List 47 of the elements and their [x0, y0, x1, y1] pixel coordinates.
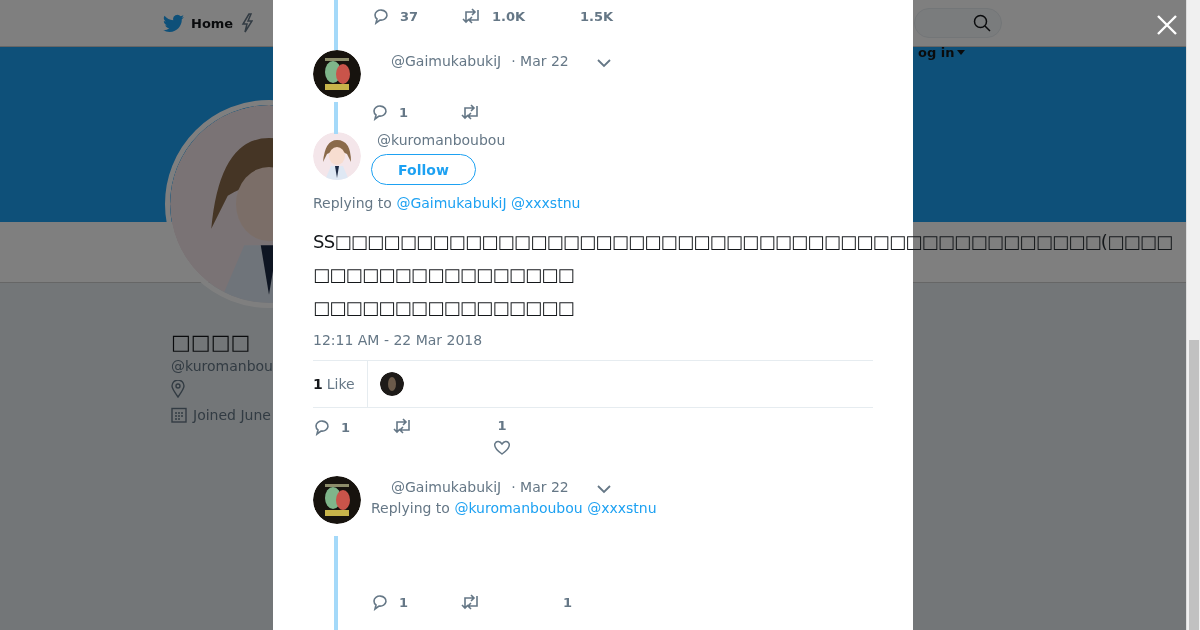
user-link[interactable]: @xxxstnu [511, 195, 581, 211]
count: 1 [341, 419, 351, 435]
search-field[interactable] [914, 8, 1002, 38]
count: 1 [399, 104, 409, 120]
user-handle[interactable]: @GaimukabukiJ [391, 479, 502, 495]
chevron-icon[interactable] [596, 484, 611, 494]
retweet-icon[interactable] [461, 104, 481, 120]
calendar-icon [171, 407, 187, 423]
count: 1.0K [492, 8, 526, 24]
retweet-icon[interactable] [462, 8, 482, 24]
search-icon[interactable] [973, 14, 991, 32]
joined-date: Joined June [193, 407, 271, 423]
tweet-date: · Mar 22 [511, 479, 569, 495]
tweet-date: · Mar 22 [511, 53, 569, 69]
user-handle[interactable]: @kuromanboubou [377, 132, 506, 148]
caret-icon[interactable] [957, 49, 966, 56]
retweet-icon[interactable] [461, 594, 481, 610]
user-link[interactable]: @GaimukabukiJ [396, 195, 507, 211]
tweet-text: SS□□□□□□□□□□□□□□□□□□□□□□□□□□□□□□□□□□□□□□□□□□□□□□□(□□□□ □□□□□□□□□□□□□□□□ □□□□□□□□□□□□□□□□ [313, 230, 1173, 320]
count: 1.5K [580, 8, 614, 24]
login-link[interactable]: og in [918, 45, 955, 60]
retweet-icon[interactable] [393, 418, 413, 434]
profile-name: □□□□ [171, 330, 252, 354]
tweet-timestamp: 12:11 AM - 22 Mar 2018 [313, 332, 484, 348]
count: 1 [563, 594, 573, 610]
user-link[interactable]: @kuromanboubou [454, 500, 583, 516]
chevron-icon[interactable] [596, 58, 611, 68]
count: 1 [399, 594, 409, 610]
close-icon[interactable] [1156, 14, 1178, 36]
profile-handle: @kuromanbou [171, 358, 273, 374]
follow-button[interactable]: Follow [371, 154, 476, 185]
heart-icon[interactable] [493, 439, 511, 456]
replying-label: Replying to [371, 500, 451, 516]
user-link[interactable]: @xxxstnu [587, 500, 657, 516]
like-count[interactable]: 1 Like [313, 361, 368, 407]
reply-icon[interactable] [313, 418, 331, 436]
location-pin-icon [171, 380, 185, 398]
bird-icon [163, 14, 185, 32]
reply-icon[interactable] [371, 103, 389, 121]
user-handle[interactable]: @GaimukabukiJ [391, 53, 502, 69]
scrollbar[interactable] [1186, 0, 1200, 630]
home-link[interactable]: Home [163, 14, 234, 32]
lightning-icon[interactable] [241, 13, 254, 33]
reply-icon[interactable] [372, 7, 390, 25]
count: 1 [497, 418, 507, 433]
count: 37 [400, 8, 419, 24]
reply-icon[interactable] [371, 593, 389, 611]
